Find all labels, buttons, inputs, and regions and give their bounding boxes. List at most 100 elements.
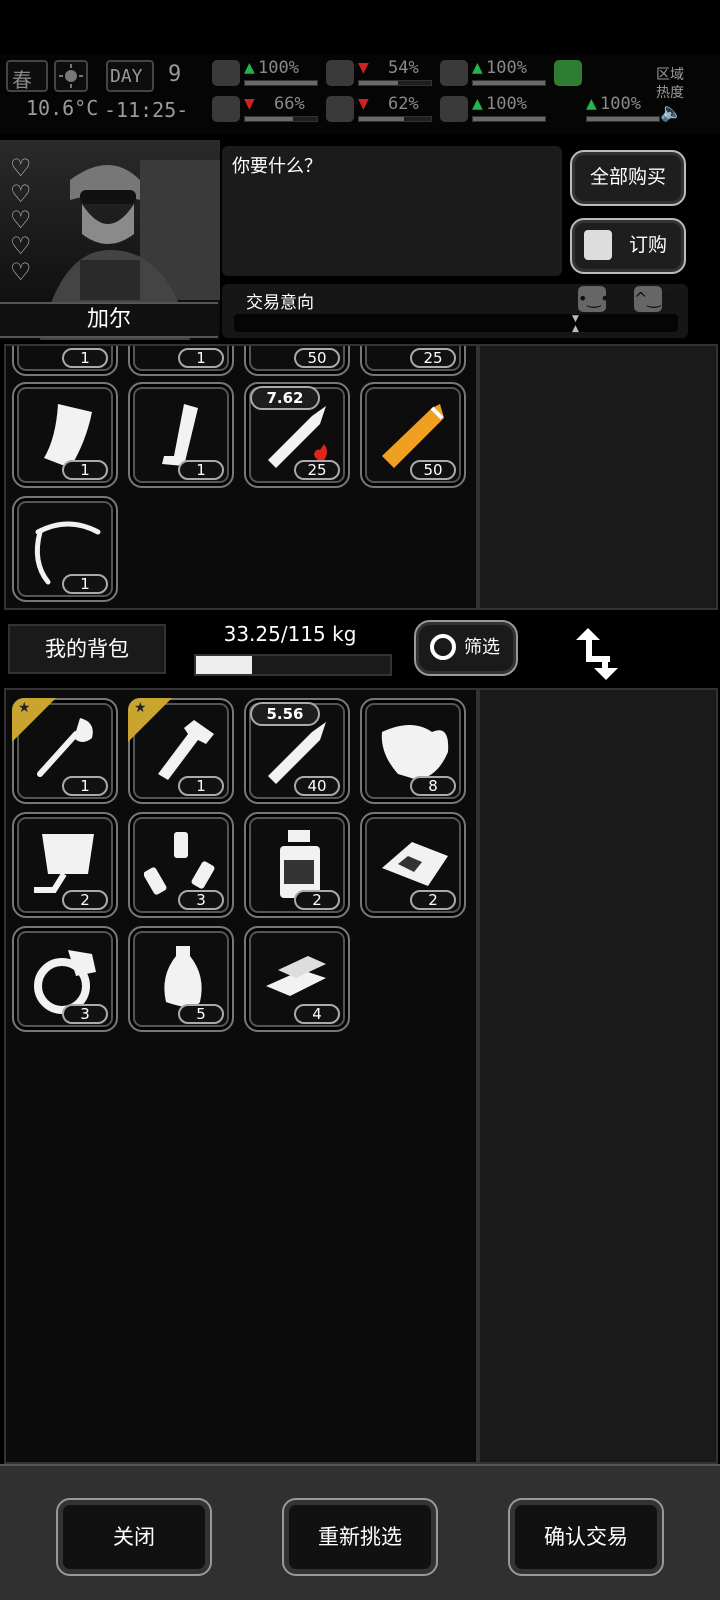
medkit-icon [212, 60, 240, 86]
sun-icon [54, 60, 88, 92]
backpack-item-slot[interactable]: 3 [12, 926, 118, 1032]
item-count: 25 [294, 460, 340, 480]
trader-item-slot[interactable]: 1 [12, 346, 118, 376]
arrow-up-icon: ▲ [586, 96, 597, 112]
item-count: 4 [294, 1004, 340, 1024]
swap-icon[interactable] [572, 626, 622, 682]
backpack-item-slot[interactable]: 5 [128, 926, 234, 1032]
heart-icon: ♡ [10, 180, 32, 208]
player-offer-panel[interactable] [478, 688, 718, 1464]
heart-icon: ♡ [10, 232, 32, 260]
item-count: 1 [62, 776, 108, 796]
heart-icon: ♡ [10, 154, 32, 182]
stamina-stat [554, 58, 664, 88]
sanity-stat: ▼ 66% [212, 94, 322, 124]
arrow-down-icon: ▼ [244, 96, 255, 112]
weight-bar [194, 654, 392, 676]
item-count: 50 [410, 460, 456, 480]
gasmask-icon [440, 60, 468, 86]
stamina-icon [554, 60, 582, 86]
health-bar [244, 80, 318, 86]
item-count: 25 [410, 348, 456, 368]
backpack-item-slot[interactable]: 2 [12, 812, 118, 918]
arrow-up-icon: ▲ [244, 60, 255, 76]
season-box: 春 [6, 60, 48, 92]
backpack-item-slot[interactable]: 8 [360, 698, 466, 804]
temperature-readout: 10.6°C [26, 96, 99, 120]
trader-item-slot[interactable]: 1 [128, 346, 234, 376]
item-count: 50 [294, 348, 340, 368]
heart-icon: ♡ [10, 206, 32, 234]
trader-item-slot[interactable]: 50 [244, 346, 350, 376]
dialog-text: 你要什么？ [232, 156, 322, 177]
item-count: 5 [178, 1004, 224, 1024]
backpack-item-slot[interactable]: 3 [128, 812, 234, 918]
buy-all-button[interactable]: 全部购买 [570, 150, 686, 206]
trader-item-slot[interactable]: 7.62 25 [244, 382, 350, 488]
neutral-face-icon: •‿• [578, 286, 610, 312]
confirm-label: 确认交易 [544, 1525, 628, 1549]
health-stat: ▲ 100% [212, 58, 322, 88]
trader-item-slot[interactable]: 1 [128, 382, 234, 488]
thirst-value: 62% [388, 94, 419, 114]
arrow-down-icon: ▼ [358, 96, 369, 112]
gasmask-value: 100% [486, 58, 527, 78]
speaker-icon[interactable]: 🔈 [660, 102, 682, 123]
stomach-icon [326, 60, 354, 86]
order-button[interactable]: 订购 [570, 218, 686, 274]
backpack-item-slot[interactable]: 1 [128, 698, 234, 804]
reselect-label: 重新挑选 [318, 1525, 402, 1549]
zone-heat-label: 区域 热度 [656, 67, 684, 101]
thirst-bar [358, 116, 432, 122]
arrow-up-icon: ▲ [472, 60, 483, 76]
item-count: 40 [294, 776, 340, 796]
day-badge: DAY [106, 60, 154, 92]
trade-intent-label: 交易意向 [246, 293, 314, 313]
day-label: DAY [110, 66, 143, 87]
clock-readout: -11:25- [104, 98, 189, 122]
backpack-item-slot[interactable]: 4 [244, 926, 350, 1032]
heart-stat: ▲ 100% [440, 94, 550, 124]
trader-item-slot[interactable]: 50 [360, 382, 466, 488]
item-count: 2 [294, 890, 340, 910]
confirm-trade-button[interactable]: 确认交易 [508, 1498, 664, 1576]
backpack-inventory-grid: 1 1 5.56 40 8 2 3 2 2 3 5 4 [4, 688, 478, 1464]
filter-label: 筛选 [464, 637, 500, 658]
status-hud: 春 DAY 9 10.6°C -11:25- ▲ 100% ▼ 54% ▲ 10… [0, 54, 720, 134]
hunger-bar [358, 80, 432, 86]
energy-stat: ▲ 100% [554, 94, 664, 124]
trader-inventory-grid: 1 1 50 25 1 1 7.62 25 50 1 [4, 344, 478, 610]
item-count: 3 [62, 1004, 108, 1024]
energy-value: 100% [600, 94, 641, 114]
arrow-down-icon: ▼ [358, 60, 369, 76]
trader-dialog: 你要什么？ [222, 146, 562, 276]
close-button[interactable]: 关闭 [56, 1498, 212, 1576]
search-icon [430, 634, 456, 660]
intent-marker-icon: ▼ ▲ [572, 314, 579, 334]
backpack-item-slot[interactable]: 5.56 40 [244, 698, 350, 804]
backpack-title: 我的背包 [8, 624, 166, 674]
backpack-item-slot[interactable]: 1 [12, 698, 118, 804]
item-count: 1 [62, 574, 108, 594]
item-count: 8 [410, 776, 456, 796]
backpack-item-slot[interactable]: 2 [244, 812, 350, 918]
trader-item-slot[interactable]: 1 [12, 382, 118, 488]
trader-affinity-hearts: ♡ ♡ ♡ ♡ ♡ [10, 156, 40, 286]
heart-icon [440, 96, 468, 122]
reselect-button[interactable]: 重新挑选 [282, 1498, 438, 1576]
arrow-up-icon: ▲ [472, 96, 483, 112]
heart-bar [472, 116, 546, 122]
backpack-item-slot[interactable]: 2 [360, 812, 466, 918]
trader-item-slot[interactable]: 25 [360, 346, 466, 376]
brain-icon [212, 96, 240, 122]
trader-offer-panel[interactable] [478, 344, 718, 610]
item-count: 2 [410, 890, 456, 910]
trader-item-slot[interactable]: 1 [12, 496, 118, 602]
water-drop-icon [326, 96, 354, 122]
happy-face-icon: ^‿^ [634, 286, 674, 312]
gasmask-stat: ▲ 100% [440, 58, 550, 88]
sanity-value: 66% [274, 94, 305, 114]
backpack-header: 我的背包 33.25/115 kg 筛选 [0, 610, 720, 680]
hunger-value: 54% [388, 58, 419, 78]
filter-button[interactable]: 筛选 [414, 620, 518, 676]
